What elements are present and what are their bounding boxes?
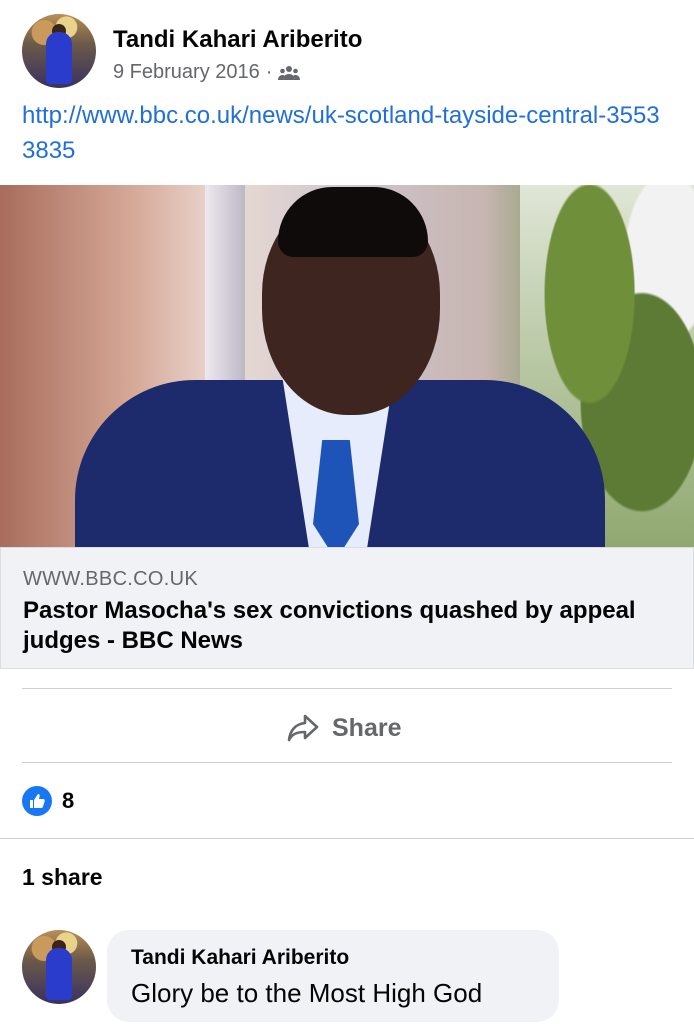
- author-avatar[interactable]: [22, 14, 96, 88]
- share-label: Share: [332, 713, 402, 742]
- divider: [22, 688, 672, 689]
- post-header: Tandi Kahari Ariberito 9 February 2016 ·: [22, 14, 672, 90]
- meta-separator: ·: [265, 61, 273, 83]
- link-domain: WWW.BBC.CO.UK: [23, 568, 199, 590]
- avatar-figure: [46, 32, 72, 84]
- avatar-figure: [46, 948, 72, 1000]
- like-count: 8: [62, 788, 75, 813]
- like-icon: [22, 786, 52, 816]
- post-date[interactable]: 9 February 2016: [113, 61, 260, 84]
- image-person-hair: [278, 187, 428, 257]
- post-link[interactable]: http://www.bbc.co.uk/news/uk-scotland-ta…: [22, 98, 662, 168]
- friends-icon: [278, 65, 301, 80]
- comment-text: Glory be to the Most High God: [131, 978, 483, 1008]
- comment-bubble: Tandi Kahari Ariberito Glory be to the M…: [107, 930, 559, 1022]
- shares-count[interactable]: 1 share: [22, 864, 103, 891]
- author-name[interactable]: Tandi Kahari Ariberito: [113, 26, 362, 54]
- divider: [22, 762, 672, 763]
- comment-author[interactable]: Tandi Kahari Ariberito: [131, 946, 349, 970]
- link-headline: Pastor Masocha's sex convictions quashed…: [23, 597, 636, 654]
- link-preview-image[interactable]: [0, 185, 694, 547]
- comment-avatar[interactable]: [22, 930, 96, 1004]
- link-preview-caption[interactable]: WWW.BBC.CO.UK Pastor Masocha's sex convi…: [0, 547, 694, 669]
- share-button[interactable]: Share: [286, 708, 401, 748]
- divider: [0, 838, 694, 839]
- reactions-summary[interactable]: 8: [22, 786, 74, 816]
- post-meta: 9 February 2016 ·: [113, 61, 301, 84]
- share-arrow-icon: [287, 714, 319, 742]
